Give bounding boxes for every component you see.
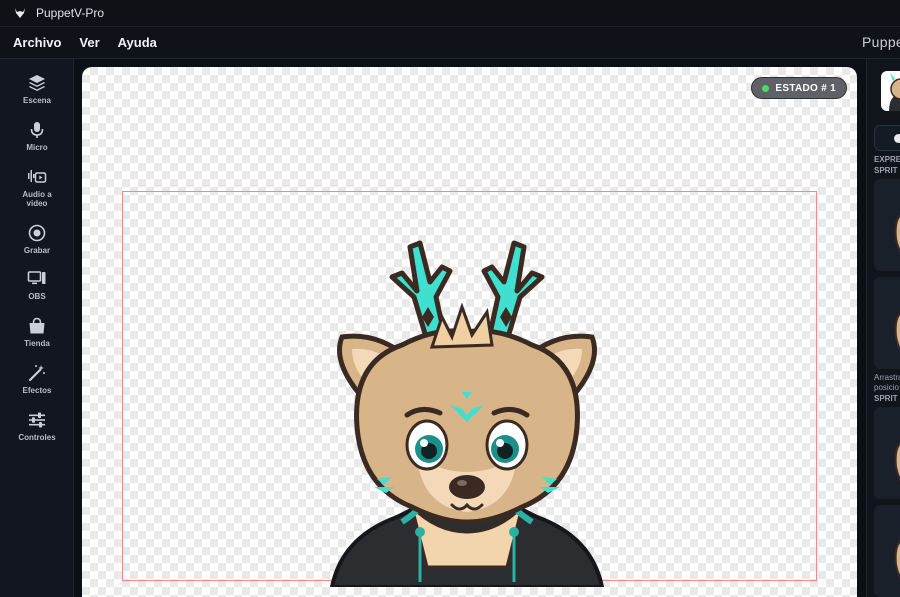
record-icon xyxy=(28,224,46,242)
shopping-bag-icon xyxy=(29,317,45,334)
sidebar-item-escena[interactable]: Escena xyxy=(0,73,74,105)
expressions-label: EXPRE xyxy=(874,155,900,164)
right-panel: EXPRE SPRIT Arrastra posicio SPRIT xyxy=(866,59,900,597)
sliders-icon xyxy=(29,412,45,428)
state-label: ESTADO # 1 xyxy=(775,82,836,94)
sidebar-item-micro[interactable]: Micro xyxy=(0,120,74,152)
brand-title: Puppe xyxy=(862,34,900,50)
sidebar-item-label: Escena xyxy=(22,96,52,105)
sidebar-item-label: Controles xyxy=(18,433,56,442)
menu-ver[interactable]: Ver xyxy=(79,35,99,50)
drag-hint-line2: posicio xyxy=(874,383,899,392)
deer-avatar-sprite[interactable] xyxy=(322,187,612,587)
avatar-thumbnail[interactable] xyxy=(881,71,900,111)
sidebar-item-obs[interactable]: OBS xyxy=(0,269,74,301)
sidebar-item-label: Efectos xyxy=(22,386,52,395)
state-badge[interactable]: ESTADO # 1 xyxy=(751,77,847,99)
face-icon xyxy=(894,134,900,143)
menu-bar: Archivo Ver Ayuda Puppe xyxy=(0,27,900,59)
sidebar: Escena Micro Audio a video Grabar OBS Ti… xyxy=(0,59,74,597)
sprites-label-2: SPRIT xyxy=(874,394,898,403)
title-bar: PuppetV-Pro xyxy=(0,0,900,27)
layers-icon xyxy=(29,75,45,91)
sidebar-item-label: Grabar xyxy=(23,246,51,255)
drag-hint-line1: Arrastra xyxy=(874,373,900,382)
sidebar-item-label: OBS xyxy=(28,292,46,301)
sidebar-item-grabar[interactable]: Grabar xyxy=(0,223,74,255)
magic-wand-icon xyxy=(28,365,45,382)
app-logo-icon xyxy=(12,5,28,21)
sidebar-item-controles[interactable]: Controles xyxy=(0,410,74,442)
expression-button[interactable] xyxy=(874,125,900,151)
sidebar-item-label: Audio a video xyxy=(22,190,52,208)
sprites-label: SPRIT xyxy=(874,166,898,175)
sprite-thumbnail[interactable] xyxy=(874,277,900,369)
sprite-thumbnail[interactable] xyxy=(874,179,900,271)
microphone-icon xyxy=(30,122,44,138)
audio-video-icon xyxy=(28,170,47,183)
window-title: PuppetV-Pro xyxy=(36,6,105,20)
menu-archivo[interactable]: Archivo xyxy=(13,35,61,50)
status-dot-icon xyxy=(762,84,770,92)
sprite-thumbnail[interactable] xyxy=(874,407,900,499)
sidebar-item-label: Micro xyxy=(26,143,48,152)
sidebar-item-label: Tienda xyxy=(24,339,50,348)
sidebar-item-tienda[interactable]: Tienda xyxy=(0,316,74,348)
menu-ayuda[interactable]: Ayuda xyxy=(118,35,157,50)
workspace: ESTADO # 1 xyxy=(74,59,866,597)
sprite-thumbnail[interactable] xyxy=(874,505,900,597)
sidebar-item-audio-video[interactable]: Audio a video xyxy=(0,167,74,208)
sidebar-item-efectos[interactable]: Efectos xyxy=(0,363,74,395)
preview-canvas[interactable]: ESTADO # 1 xyxy=(82,67,857,597)
monitor-icon xyxy=(27,271,46,285)
